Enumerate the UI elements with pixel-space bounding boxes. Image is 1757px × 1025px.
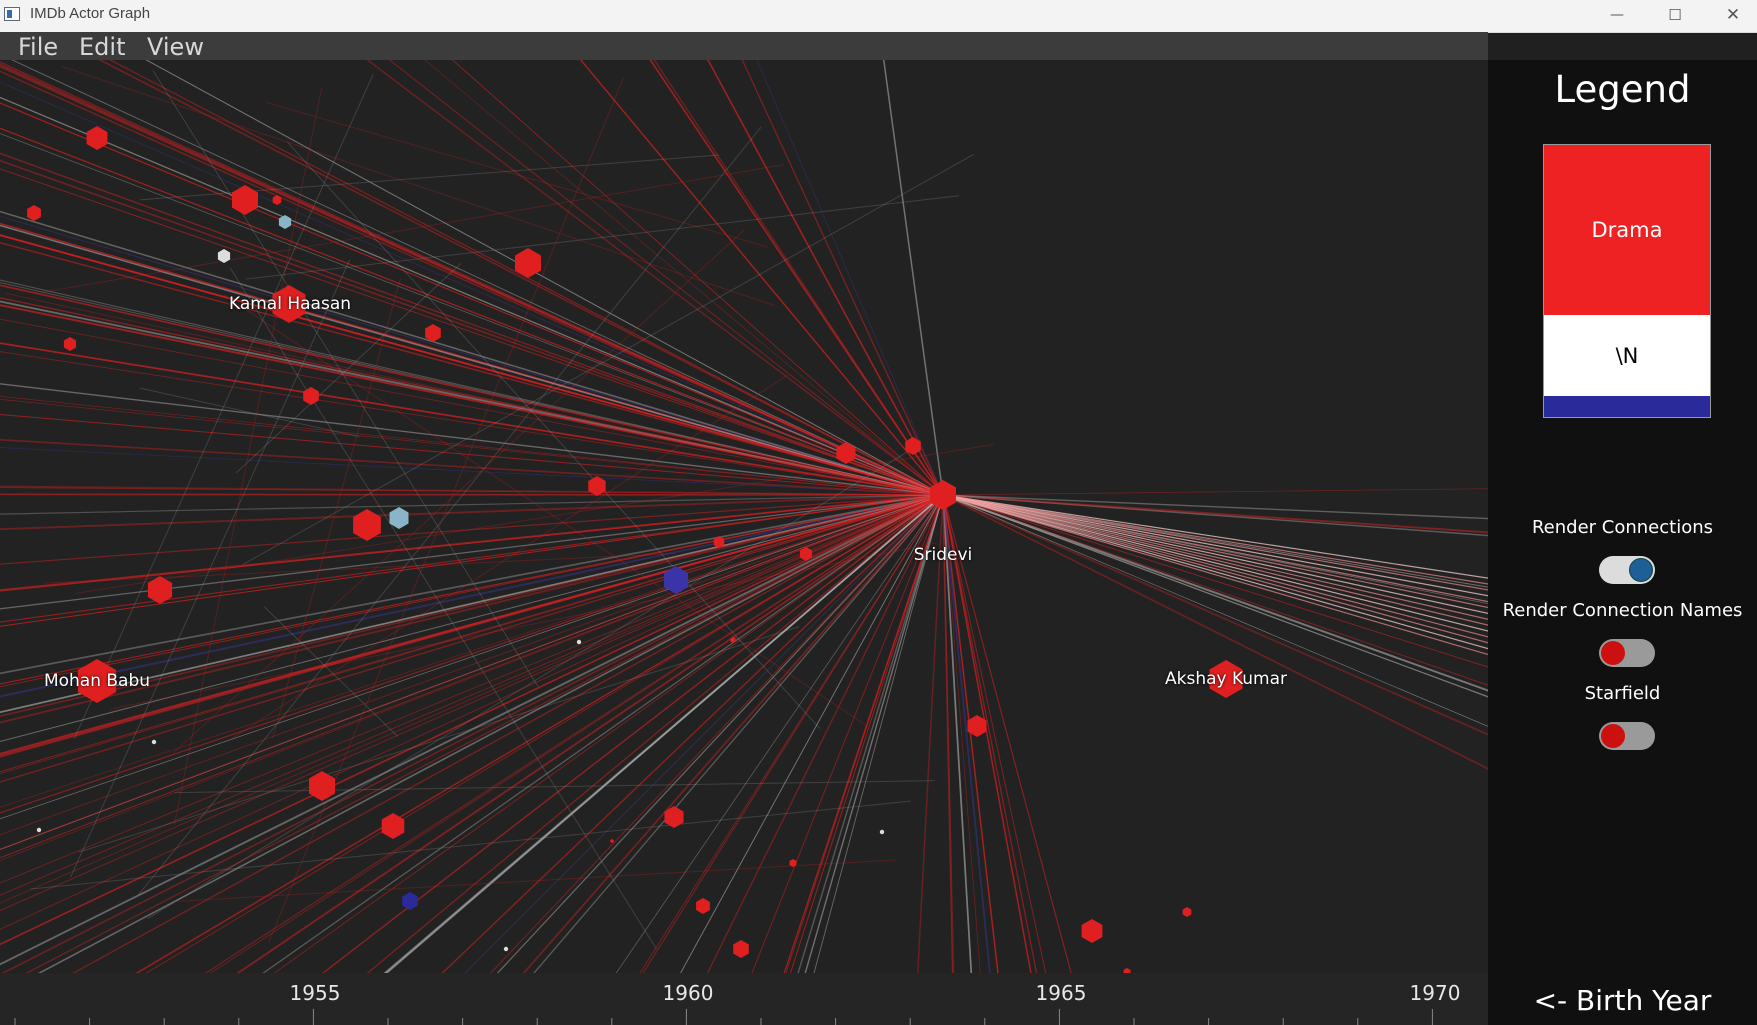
connection-edge (139, 154, 719, 201)
maximize-button[interactable]: ☐ (1646, 0, 1704, 30)
connection-edge (0, 152, 944, 496)
actor-node-unknown (879, 829, 885, 835)
actor-node-drama (610, 839, 614, 843)
connection-edge (0, 279, 944, 496)
node-label-akshay-kumar: Akshay Kumar (1164, 669, 1288, 689)
legend-sidebar: Legend Drama \N Render Connections Rende… (1488, 60, 1757, 1025)
app-icon (4, 7, 20, 21)
render-connections-label: Render Connections (1531, 517, 1714, 538)
connection-edge (707, 60, 944, 496)
connection-edge (452, 60, 944, 496)
axis-tick-1965: 1965 (1035, 981, 1087, 1005)
actor-node-unknown (503, 946, 509, 952)
connection-edge (0, 63, 944, 496)
actor-node-drama (733, 940, 749, 958)
legend-entry-other (1544, 396, 1710, 417)
connection-edge (942, 494, 1488, 692)
connection-edge (882, 60, 944, 496)
connection-edge (942, 494, 1488, 736)
menu-view[interactable]: View (147, 33, 204, 61)
connection-edge (0, 493, 944, 496)
connection-edge (366, 60, 944, 496)
legend-box: Drama \N (1543, 144, 1711, 418)
connection-edge (0, 96, 944, 496)
legend-title: Legend (1554, 68, 1691, 111)
connection-edge (942, 494, 1086, 1025)
actor-node-drama (303, 387, 319, 405)
actor-node-other (389, 507, 409, 529)
actor-node-unknown (217, 249, 231, 263)
actor-node-drama (588, 476, 606, 496)
menu-file[interactable]: File (18, 33, 58, 61)
node-label-sridevi: Sridevi (913, 545, 973, 565)
actor-node-drama (696, 898, 710, 914)
connection-edge (476, 494, 944, 1025)
connection-edge (0, 494, 944, 836)
graph-viewport[interactable]: Sridevi Kamal Haasan Mohan Babu Akshay K… (0, 60, 1488, 1025)
actor-node-other (402, 892, 418, 910)
connection-edge (942, 494, 1488, 656)
actor-node-drama (63, 337, 77, 351)
actor-node-drama (27, 205, 41, 221)
toggle-knob (1601, 641, 1625, 665)
connection-edge (152, 70, 539, 687)
starfield-toggle[interactable] (1599, 722, 1655, 750)
menu-edit[interactable]: Edit (79, 33, 125, 61)
toggle-knob (1601, 724, 1625, 748)
axis-tick-1960: 1960 (662, 981, 714, 1005)
actor-node-drama (1081, 919, 1103, 943)
connection-edge (942, 488, 1488, 496)
connection-edge (606, 494, 944, 1025)
legend-entry-drama: Drama (1544, 145, 1710, 315)
menu-bar: File Edit View (0, 32, 1488, 61)
actor-node-other (278, 215, 292, 229)
connection-edge (245, 195, 959, 280)
render-connections-toggle[interactable] (1599, 556, 1655, 584)
actor-node-unknown (36, 827, 42, 833)
connection-edge (254, 494, 944, 1025)
connection-edge (681, 494, 944, 1025)
axis-ticks (14, 1009, 1433, 1025)
toggle-knob (1629, 558, 1653, 582)
render-connection-names-label: Render Connection Names (1502, 600, 1743, 621)
legend-entry-unknown: \N (1544, 315, 1710, 396)
actor-node-unknown (576, 639, 582, 645)
connection-edge (0, 494, 944, 946)
birth-year-axis-title: <- Birth Year (1533, 984, 1712, 1017)
minimize-button[interactable]: — (1588, 0, 1646, 30)
connection-edge (70, 259, 351, 878)
close-button[interactable]: ✕ (1704, 0, 1757, 30)
actor-node-drama (309, 771, 335, 801)
connection-edge (942, 494, 1488, 668)
connection-edge (0, 494, 944, 698)
actor-node-unknown (151, 739, 157, 745)
actor-node-drama (1182, 907, 1192, 917)
window-title: IMDb Actor Graph (30, 5, 151, 22)
render-connection-names-toggle[interactable] (1599, 639, 1655, 667)
node-label-mohan-babu: Mohan Babu (43, 671, 151, 691)
connection-edge (653, 60, 944, 496)
connection-edge (0, 494, 944, 758)
connection-edge (649, 60, 944, 496)
axis-tick-1955: 1955 (289, 981, 341, 1005)
starfield-label: Starfield (1584, 683, 1661, 704)
title-bar: IMDb Actor Graph — ☐ ✕ (0, 0, 1757, 33)
graph-canvas[interactable] (0, 60, 1488, 1025)
connection-edge (61, 65, 776, 307)
connection-edge (78, 626, 800, 853)
connection-edge (171, 859, 896, 903)
actor-node-drama (232, 185, 258, 215)
connection-edge (0, 494, 944, 995)
node-label-kamal-haasan: Kamal Haasan (228, 294, 352, 314)
axis-tick-1970: 1970 (1409, 981, 1461, 1005)
connection-edge (942, 494, 1058, 1025)
birth-year-axis: 1955 1960 1965 1970 (0, 973, 1488, 1025)
